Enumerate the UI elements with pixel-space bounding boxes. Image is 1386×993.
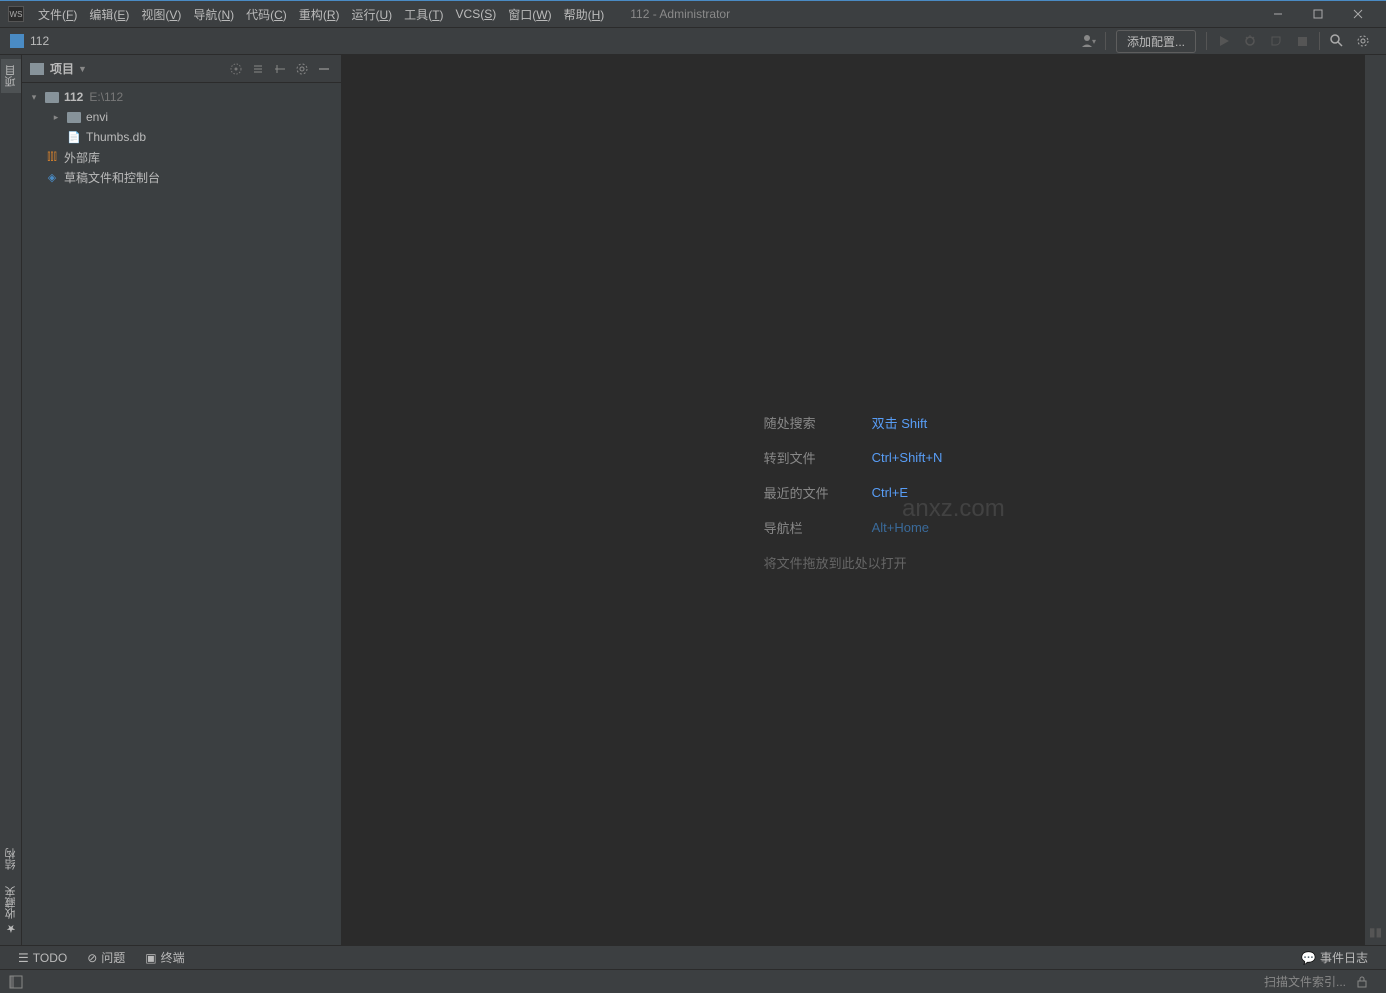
project-icon [10,34,24,48]
tool-tab-structure[interactable]: 结构 [1,842,21,876]
add-configuration-button[interactable]: 添加配置... [1116,30,1196,53]
search-icon[interactable] [1327,31,1347,51]
chevron-down-icon[interactable]: ▼ [78,64,87,74]
menu-tools[interactable]: 工具(T) [398,6,449,23]
settings-icon[interactable] [1353,31,1373,51]
menu-refactor[interactable]: 重构(R) [293,6,346,23]
folder-icon [45,92,59,103]
separator [1105,32,1106,50]
menu-navigate[interactable]: 导航(N) [187,6,240,23]
tab-event-log[interactable]: 💬事件日志 [1291,949,1378,966]
tree-folder-envi[interactable]: ▸ envi [22,107,341,127]
window-title: 112 - Administrator [630,7,730,21]
debug-icon[interactable] [1240,31,1260,51]
run-icon[interactable] [1214,31,1234,51]
tool-tab-project[interactable]: 项目 [1,59,21,93]
project-view-title[interactable]: 项目 [50,60,74,77]
pause-icon[interactable]: ▮▮ [1369,925,1382,939]
menu-help[interactable]: 帮助(H) [558,6,611,23]
project-tree[interactable]: ▾ 112 E:\112 ▸ envi 📄 Thumbs.db ⫿⫿⫿ 外部库 … [22,83,341,945]
editor-area[interactable]: 随处搜索双击 Shift 转到文件Ctrl+Shift+N 最近的文件Ctrl+… [342,55,1364,945]
app-icon: WS [8,6,24,22]
gear-icon[interactable] [293,60,311,78]
menu-code[interactable]: 代码(C) [240,6,293,23]
scratch-icon: ◈ [44,170,60,184]
project-header: 项目 ▼ [22,55,341,83]
event-log-icon: 💬 [1301,951,1316,965]
tool-tab-favorites[interactable]: ★ 收藏夹 [1,880,21,941]
menu-edit[interactable]: 编辑(E) [83,6,135,23]
tool-window-quick-access-icon[interactable] [8,974,24,990]
tab-terminal[interactable]: ▣终端 [135,949,194,966]
separator [1319,32,1320,50]
watermark: anxz.com [902,495,1005,523]
folder-icon [30,63,44,75]
menu-window[interactable]: 窗口(W) [502,6,557,23]
tree-scratches[interactable]: ◈ 草稿文件和控制台 [22,167,341,187]
maximize-button[interactable] [1298,1,1338,28]
bottom-tool-tabs: ☰TODO ⊘问题 ▣终端 💬事件日志 [0,945,1386,969]
stop-icon[interactable] [1292,31,1312,51]
tree-root[interactable]: ▾ 112 E:\112 [22,87,341,107]
menu-run[interactable]: 运行(U) [345,6,398,23]
hide-icon[interactable] [315,60,333,78]
warning-icon: ⊘ [87,951,97,965]
minimize-button[interactable] [1258,1,1298,28]
statusbar: 扫描文件索引... [0,969,1386,993]
tab-problems[interactable]: ⊘问题 [77,949,135,966]
shortcut-search-everywhere[interactable]: 双击 Shift [872,413,928,432]
breadcrumb-project[interactable]: 112 [30,34,49,48]
menu-file[interactable]: 文件(F) [32,6,83,23]
locate-icon[interactable] [227,60,245,78]
file-icon: 📄 [66,130,82,144]
todo-icon: ☰ [18,951,29,965]
user-icon[interactable]: ▾ [1078,31,1098,51]
status-indexing[interactable]: 扫描文件索引... [1264,973,1346,990]
coverage-icon[interactable] [1266,31,1286,51]
right-gutter: ▮▮ [1364,55,1386,945]
menu-view[interactable]: 视图(V) [135,6,187,23]
menu-vcs[interactable]: VCS(S) [450,7,503,21]
expand-all-icon[interactable] [249,60,267,78]
toolbar: 112 ▾ 添加配置... [0,28,1386,55]
menubar: WS 文件(F) 编辑(E) 视图(V) 导航(N) 代码(C) 重构(R) 运… [0,1,1386,28]
folder-icon [67,112,81,123]
library-icon: ⫿⫿⫿ [44,150,60,164]
lock-icon[interactable] [1356,976,1368,988]
collapse-all-icon[interactable] [271,60,289,78]
shortcut-go-to-file[interactable]: Ctrl+Shift+N [872,450,943,465]
separator [1206,32,1207,50]
tree-external-libs[interactable]: ⫿⫿⫿ 外部库 [22,147,341,167]
project-tool-window: 项目 ▼ ▾ 112 E:\112 ▸ envi 📄 [22,55,342,945]
close-button[interactable] [1338,1,1378,28]
tree-file-thumbs[interactable]: 📄 Thumbs.db [22,127,341,147]
left-tool-gutter: 项目 结构 ★ 收藏夹 [0,55,22,945]
chevron-right-icon[interactable]: ▸ [50,112,62,123]
terminal-icon: ▣ [145,951,156,965]
tab-todo[interactable]: ☰TODO [8,951,77,965]
chevron-down-icon[interactable]: ▾ [28,92,40,103]
